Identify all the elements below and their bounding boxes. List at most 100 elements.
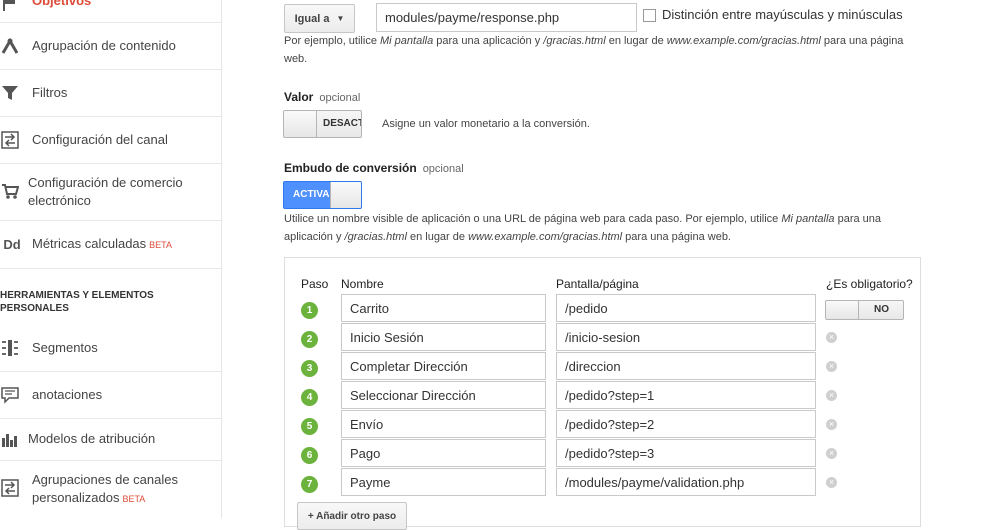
hint-em: Mi pantalla — [781, 213, 835, 225]
sidebar-item-segments[interactable]: Segmentos — [0, 325, 221, 372]
sidebar-item-label-wrap: Agrupaciones de canales personalizados BE… — [32, 471, 212, 508]
required-toggle[interactable]: NO — [825, 300, 904, 320]
attribution-icon — [0, 429, 20, 449]
value-title: Valor — [284, 90, 314, 104]
step-name-input[interactable]: Envío — [341, 410, 546, 438]
hint-text: en lugar de — [406, 231, 469, 243]
sidebar-item-label: Modelos de atribución — [28, 431, 156, 446]
hint-em: /gracias.html — [543, 35, 606, 47]
sidebar-section-title: HERRAMIENTAS Y ELEMENTOS PERSONALES — [0, 290, 154, 314]
sidebar: Objetivos Agrupación de contenido Filtro… — [0, 0, 222, 518]
sidebar-item-ecommerce-settings[interactable]: Configuración de comercio electrónico — [0, 163, 221, 221]
sidebar-item-channel-settings[interactable]: Configuración del canal — [0, 116, 221, 164]
sidebar-item-label: Segmentos — [32, 340, 98, 355]
step-name-input[interactable]: Completar Dirección — [341, 352, 546, 380]
value-description: Asigne un valor monetario a la conversió… — [382, 118, 590, 130]
step-page-input[interactable]: /pedido?step=1 — [556, 381, 816, 409]
sidebar-item-label: Agrupación de contenido — [32, 38, 176, 53]
remove-step-icon[interactable]: × — [826, 332, 837, 343]
hint-text: Utilice un nombre visible de aplicación … — [284, 213, 782, 225]
toggle-state-label: ACTIVA — [293, 189, 330, 200]
sidebar-item-filtros[interactable]: Filtros — [0, 69, 221, 117]
sidebar-item-label: Configuración del canal — [32, 132, 168, 147]
toggle-knob — [826, 301, 859, 319]
value-toggle[interactable]: DESACT — [283, 110, 362, 138]
beta-badge: BETA — [149, 240, 172, 250]
hint-em: www.example.com/gracias.html — [468, 231, 623, 243]
sidebar-item-label: Configuración de comercio electrónico — [28, 175, 183, 208]
col-header-required: ¿Es obligatorio? — [826, 277, 913, 291]
flag-icon — [0, 0, 20, 14]
remove-step-icon[interactable]: × — [826, 361, 837, 372]
optional-label: opcional — [422, 163, 464, 175]
step-name-input[interactable]: Inicio Sesión — [341, 323, 546, 351]
hint-text: para una aplicación y — [433, 35, 544, 47]
funnel-title: Embudo de conversión — [284, 161, 417, 175]
funnel-heading: Embudo de conversión opcional — [284, 161, 464, 175]
step-number-badge: 6 — [301, 447, 318, 464]
sidebar-item-attribution[interactable]: Modelos de atribución — [0, 418, 221, 461]
step-page-input[interactable]: /pedido?step=3 — [556, 439, 816, 467]
hint-em: Mi pantalla — [380, 35, 434, 47]
step-page-input[interactable]: /pedido?step=2 — [556, 410, 816, 438]
sidebar-item-label: Filtros — [32, 85, 68, 100]
optional-label: opcional — [319, 92, 361, 104]
toggle-state-label: DESACT — [323, 118, 362, 129]
step-number-badge: 1 — [301, 302, 318, 319]
match-type-dropdown[interactable]: Igual a ▼ — [284, 4, 355, 33]
step-number-badge: 5 — [301, 418, 318, 435]
beta-badge: BETA — [122, 494, 146, 504]
sidebar-item-label: Métricas calculadas — [32, 236, 147, 251]
content-grouping-icon — [0, 36, 20, 56]
step-number-badge: 4 — [301, 389, 318, 406]
hint-em: www.example.com/gracias.html — [666, 35, 821, 47]
destination-hint: Por ejemplo, utilice Mi pantalla para un… — [284, 32, 924, 68]
sidebar-item-custom-channel-groupings[interactable]: Agrupaciones de canales personalizados BE… — [0, 460, 221, 518]
sidebar-item-label: Objetivos — [32, 0, 92, 8]
col-header-step: Paso — [301, 277, 329, 291]
sidebar-item-annotations[interactable]: anotaciones — [0, 371, 221, 419]
toggle-state-label: NO — [874, 304, 889, 315]
hint-text: para una página web. — [622, 231, 731, 243]
col-header-name: Nombre — [341, 277, 384, 291]
sidebar-item-label: anotaciones — [32, 387, 103, 402]
sidebar-item-label: Agrupaciones de canales personalizados — [32, 472, 178, 505]
destination-url-input[interactable]: modules/payme/response.php — [376, 3, 637, 32]
step-number-badge: 2 — [301, 331, 318, 348]
calculated-metrics-icon: Dd — [3, 236, 21, 252]
add-step-label: + Añadir otro paso — [307, 510, 397, 522]
step-page-input[interactable]: /pedido — [556, 294, 816, 322]
cart-icon — [0, 181, 20, 201]
caret-down-icon: ▼ — [336, 14, 345, 23]
custom-channels-icon — [0, 478, 20, 498]
hint-text: en lugar de — [605, 35, 667, 47]
step-name-input[interactable]: Payme — [341, 468, 546, 496]
remove-step-icon[interactable]: × — [826, 477, 837, 488]
step-name-input[interactable]: Carrito — [341, 294, 546, 322]
match-type-value: Igual a — [294, 12, 330, 25]
funnel-steps-table: Paso Nombre Pantalla/página ¿Es obligato… — [284, 257, 921, 530]
step-name-input[interactable]: Seleccionar Dirección — [341, 381, 546, 409]
remove-step-icon[interactable]: × — [826, 390, 837, 401]
sidebar-item-objetivos[interactable]: Objetivos — [0, 0, 221, 23]
hint-text: Por ejemplo, utilice — [284, 35, 380, 47]
remove-step-icon[interactable]: × — [826, 448, 837, 459]
sidebar-item-content-grouping[interactable]: Agrupación de contenido — [0, 22, 221, 70]
annotations-icon — [0, 385, 20, 405]
case-sensitive-checkbox[interactable] — [643, 9, 656, 22]
step-page-input[interactable]: /modules/payme/validation.php — [556, 468, 816, 496]
add-step-button[interactable]: + Añadir otro paso — [297, 502, 407, 530]
channel-settings-icon — [0, 130, 20, 150]
case-sensitive-label: Distinción entre mayúsculas y minúsculas — [662, 7, 903, 22]
remove-step-icon[interactable]: × — [826, 419, 837, 430]
step-name-input[interactable]: Pago — [341, 439, 546, 467]
hint-em: /gracias.html — [344, 231, 407, 243]
funnel-toggle[interactable]: ACTIVA — [283, 181, 362, 209]
step-number-badge: 3 — [301, 360, 318, 377]
sidebar-item-label-wrap: Métricas calculadas BETA — [32, 235, 172, 254]
step-page-input[interactable]: /direccion — [556, 352, 816, 380]
step-page-input[interactable]: /inicio-sesion — [556, 323, 816, 351]
toggle-knob — [330, 182, 361, 208]
sidebar-item-calculated-metrics[interactable]: Dd Métricas calculadas BETA — [0, 220, 221, 269]
filter-icon — [0, 83, 20, 103]
